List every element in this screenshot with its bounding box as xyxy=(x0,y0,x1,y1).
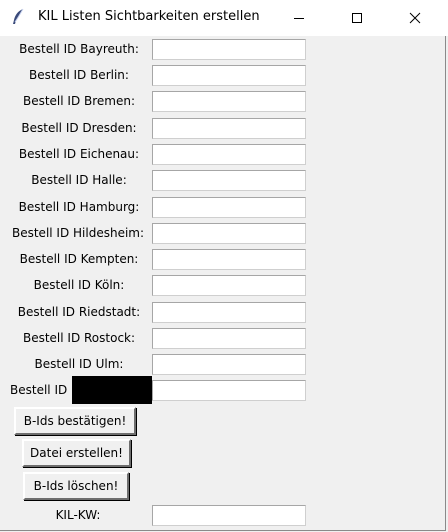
bestell-id-koeln-field[interactable] xyxy=(152,275,306,296)
bestell-id-redacted-field[interactable] xyxy=(152,380,306,401)
app-window: KIL Listen Sichtbarkeiten erstellen Best… xyxy=(0,0,448,531)
label-kempten: Bestell ID Kempten: xyxy=(19,252,139,266)
bestell-id-eichenau-field[interactable] xyxy=(152,144,306,165)
maximize-icon xyxy=(352,13,362,23)
bestell-id-kempten-field[interactable] xyxy=(152,249,306,270)
bestell-id-bremen-field[interactable] xyxy=(152,91,306,112)
bestell-id-bayreuth-field[interactable] xyxy=(152,39,306,60)
bestell-id-riedstadt-field[interactable] xyxy=(152,302,306,323)
label-berlin: Bestell ID Berlin: xyxy=(29,68,129,82)
feather-icon xyxy=(10,8,26,26)
maximize-button[interactable] xyxy=(334,0,380,36)
label-redacted-location: Bestell ID xyxy=(10,383,68,397)
label-riedstadt: Bestell ID Riedstadt: xyxy=(17,305,141,319)
delete-ids-button[interactable]: B-Ids löschen! xyxy=(23,472,129,500)
close-button[interactable] xyxy=(392,0,438,36)
redaction-box xyxy=(72,376,152,404)
bestell-id-hamburg-field[interactable] xyxy=(152,197,306,218)
label-kil-kw: KIL-KW: xyxy=(55,508,101,522)
label-halle: Bestell ID Halle: xyxy=(31,173,127,187)
bestell-id-halle-field[interactable] xyxy=(152,170,306,191)
minimize-button[interactable] xyxy=(276,0,322,36)
label-rostock: Bestell ID Rostock: xyxy=(22,331,136,345)
label-ulm: Bestell ID Ulm: xyxy=(34,357,124,371)
title-bar[interactable]: KIL Listen Sichtbarkeiten erstellen xyxy=(0,0,448,36)
label-eichenau: Bestell ID Eichenau: xyxy=(18,147,140,161)
label-bremen: Bestell ID Bremen: xyxy=(22,94,136,108)
window-title: KIL Listen Sichtbarkeiten erstellen xyxy=(38,9,260,24)
close-icon xyxy=(409,12,421,24)
bestell-id-berlin-field[interactable] xyxy=(152,65,306,86)
label-dresden: Bestell ID Dresden: xyxy=(21,121,137,135)
bestell-id-ulm-field[interactable] xyxy=(152,354,306,375)
label-bayreuth: Bestell ID Bayreuth: xyxy=(19,42,139,56)
bestell-id-rostock-field[interactable] xyxy=(152,328,306,349)
bestell-id-dresden-field[interactable] xyxy=(152,118,306,139)
kil-kw-field[interactable] xyxy=(152,505,306,526)
label-hamburg: Bestell ID Hamburg: xyxy=(18,200,140,214)
label-koeln: Bestell ID Köln: xyxy=(33,278,125,292)
minimize-icon xyxy=(294,18,304,19)
confirm-ids-button[interactable]: B-Ids bestätigen! xyxy=(14,407,136,435)
create-file-button[interactable]: Datei erstellen! xyxy=(22,439,131,467)
label-hildesheim: Bestell ID Hildesheim: xyxy=(11,226,145,240)
bestell-id-hildesheim-field[interactable] xyxy=(152,223,306,244)
